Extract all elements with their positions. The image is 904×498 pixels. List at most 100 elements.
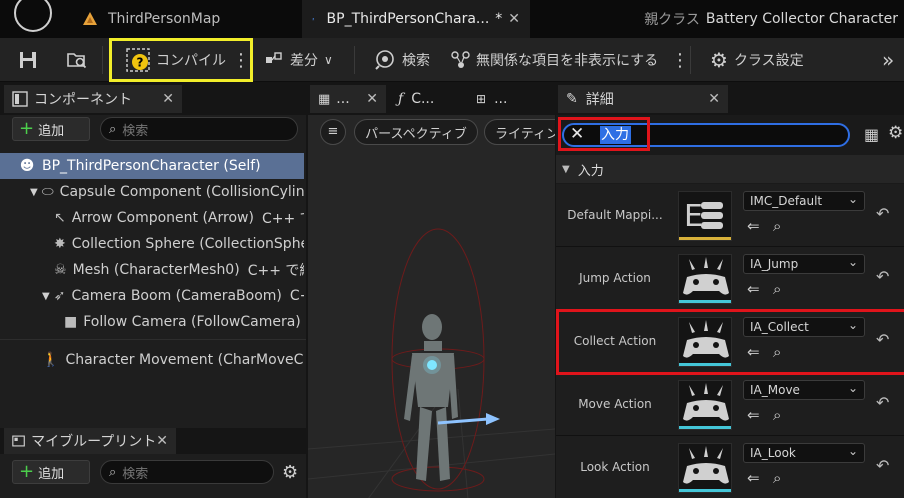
reset-icon[interactable]: ↶ xyxy=(876,267,889,286)
asset-value: IA_Move xyxy=(750,383,800,397)
property-label: Default Mappi... xyxy=(567,208,663,222)
gamepad-icon xyxy=(683,383,729,421)
compile-status-icon: ? xyxy=(126,48,150,72)
asset-thumbnail[interactable] xyxy=(678,443,732,493)
find-button[interactable]: 検索 xyxy=(374,44,430,76)
person-icon: ☻ xyxy=(19,158,35,174)
asset-dropdown[interactable]: IA_Jump ⌄ xyxy=(743,254,865,274)
my-blueprint-tab[interactable]: マイブループリント ✕ xyxy=(4,428,176,454)
parent-class-label: 親クラス xyxy=(644,12,700,28)
close-icon[interactable]: ✕ xyxy=(708,91,720,107)
close-icon[interactable]: ✕ xyxy=(366,91,378,107)
add-component-button[interactable]: + 追加 xyxy=(12,117,90,141)
tree-item-mesh[interactable]: ☠ Mesh (CharacterMesh0) C++ で編集 xyxy=(0,257,304,283)
tree-item-character-movement[interactable]: 🚶 Character Movement (CharMoveCom xyxy=(0,347,304,373)
blueprint-search-input[interactable]: ⌕ 検索 xyxy=(100,460,274,484)
asset-thumbnail[interactable] xyxy=(678,380,732,430)
collapse-arrow-icon: ▼ xyxy=(42,290,50,302)
diff-button[interactable]: 差分 ∨ xyxy=(264,44,333,76)
viewport[interactable]: ▦ ... ✕ ƒ C... ⊞ ... ≡ パースペクティブ ライティン xyxy=(308,83,555,498)
compile-label: コンパイル xyxy=(156,53,226,69)
construction-script-tab[interactable]: ƒ C... xyxy=(390,85,462,113)
table-view-icon[interactable]: ▦ xyxy=(864,125,879,144)
asset-dropdown[interactable]: IMC_Default ⌄ xyxy=(743,191,865,211)
perspective-button[interactable]: パースペクティブ xyxy=(354,119,478,145)
svg-text:?: ? xyxy=(137,56,144,70)
tree-item-label: Collection Sphere (CollectionSphere xyxy=(71,236,304,252)
tree-item-label: Camera Boom (CameraBoom) xyxy=(71,288,282,304)
folder-search-icon xyxy=(67,53,87,69)
graph-tab-label: ... xyxy=(494,91,508,107)
perspective-label: パースペクティブ xyxy=(365,126,467,142)
asset-thumbnail[interactable] xyxy=(678,254,732,304)
close-icon[interactable]: ✕ xyxy=(162,91,174,107)
components-icon xyxy=(12,91,28,107)
add-label: 追加 xyxy=(38,466,65,482)
details-tab[interactable]: ✎ 詳細 ✕ xyxy=(558,85,728,113)
tree-item-collection-sphere[interactable]: ✸ Collection Sphere (CollectionSphere xyxy=(0,231,304,257)
boom-icon: ➶ xyxy=(53,288,66,304)
modified-marker: * xyxy=(495,11,503,27)
class-settings-button[interactable]: ⚙ クラス設定 xyxy=(710,44,804,76)
asset-dropdown[interactable]: IA_Look ⌄ xyxy=(743,443,865,463)
function-icon: ƒ xyxy=(398,91,404,107)
section-header-input[interactable]: ▼ 入力 xyxy=(556,155,904,183)
components-panel: コンポーネント ✕ + 追加 ⌕ 検索 ☻ BP_ThirdPersonChar… xyxy=(0,83,306,428)
reset-icon[interactable]: ↶ xyxy=(876,456,889,475)
reset-icon[interactable]: ↶ xyxy=(876,204,889,223)
use-selected-icon[interactable]: ⇐ xyxy=(747,217,760,235)
lighting-button[interactable]: ライティン xyxy=(484,119,555,145)
level-icon xyxy=(83,12,97,25)
component-search-input[interactable]: ⌕ 検索 xyxy=(100,117,298,141)
browse-button[interactable] xyxy=(66,44,88,76)
tree-item-self[interactable]: ☻ BP_ThirdPersonCharacter (Self) xyxy=(0,153,304,179)
unreal-logo-icon[interactable] xyxy=(14,0,52,32)
browse-asset-icon[interactable]: ⌕ xyxy=(773,280,781,298)
tab-third-person-map[interactable]: ThirdPersonMap xyxy=(72,0,302,38)
hide-options-button[interactable]: ⋮ xyxy=(671,44,689,76)
settings-gear-icon[interactable]: ⚙ xyxy=(282,462,298,483)
reset-icon[interactable]: ↶ xyxy=(876,393,889,412)
collapse-arrow-icon: ▼ xyxy=(562,163,570,175)
tree-item-label: Character Movement (CharMoveCom xyxy=(65,352,304,368)
save-button[interactable] xyxy=(18,44,38,76)
use-selected-icon[interactable]: ⇐ xyxy=(747,406,760,424)
search-icon: ⌕ xyxy=(109,121,117,137)
search-placeholder: 検索 xyxy=(122,123,149,139)
settings-gear-icon[interactable]: ⚙ xyxy=(888,123,903,143)
parent-class-info: 親クラス Battery Collector Character xyxy=(644,0,898,38)
tab-blueprint[interactable]: BP_ThirdPersonChara... * ✕ xyxy=(302,0,530,38)
tree-item-follow-camera[interactable]: ■ Follow Camera (FollowCamera) C xyxy=(0,309,304,335)
tree-item-label: Capsule Component (CollisionCylind xyxy=(59,184,304,200)
add-blueprint-member-button[interactable]: + 追加 xyxy=(12,460,90,484)
sphere-icon: ✸ xyxy=(54,236,66,252)
components-tab[interactable]: コンポーネント ✕ xyxy=(4,85,182,113)
close-icon[interactable]: ✕ xyxy=(508,11,520,27)
parent-class-link[interactable]: Battery Collector Character xyxy=(706,11,898,27)
asset-thumbnail[interactable]: E xyxy=(678,191,732,241)
use-selected-icon[interactable]: ⇐ xyxy=(747,469,760,487)
event-graph-tab[interactable]: ⊞ ... xyxy=(468,85,538,113)
compile-button[interactable]: ? コンパイル xyxy=(126,44,226,76)
browse-asset-icon[interactable]: ⌕ xyxy=(773,217,781,235)
tree-item-camera-boom[interactable]: ▼ ➶ Camera Boom (CameraBoom) C++ xyxy=(0,283,304,309)
browse-asset-icon[interactable]: ⌕ xyxy=(773,469,781,487)
asset-dropdown[interactable]: IA_Move ⌄ xyxy=(743,380,865,400)
tree-item-capsule[interactable]: ▼ ⬭ Capsule Component (CollisionCylind xyxy=(0,179,304,205)
find-label: 検索 xyxy=(402,53,430,69)
hide-unrelated-button[interactable]: 無関係な項目を非表示にする xyxy=(450,44,658,76)
tree-item-arrow[interactable]: ↖ Arrow Component (Arrow) C++ で編 xyxy=(0,205,304,231)
use-selected-icon[interactable]: ⇐ xyxy=(747,280,760,298)
browse-asset-icon[interactable]: ⌕ xyxy=(773,406,781,424)
compile-options-button[interactable]: ⋮ xyxy=(232,44,250,76)
close-icon[interactable]: ✕ xyxy=(156,433,168,449)
movement-icon: 🚶 xyxy=(42,352,60,368)
toolbar: ? コンパイル ⋮ 差分 ∨ 検索 無関係な項目を非表示にする ⋮ ⚙ クラス設… xyxy=(0,38,904,82)
viewport-tab[interactable]: ▦ ... ✕ xyxy=(310,85,386,113)
toolbar-overflow-button[interactable]: » xyxy=(882,44,894,76)
skeleton-icon: ☠ xyxy=(54,262,67,278)
viewport-menu-button[interactable]: ≡ xyxy=(320,119,346,145)
chevron-down-icon: ⌄ xyxy=(847,381,858,395)
save-icon xyxy=(20,52,36,68)
search-highlight-box xyxy=(558,117,650,151)
